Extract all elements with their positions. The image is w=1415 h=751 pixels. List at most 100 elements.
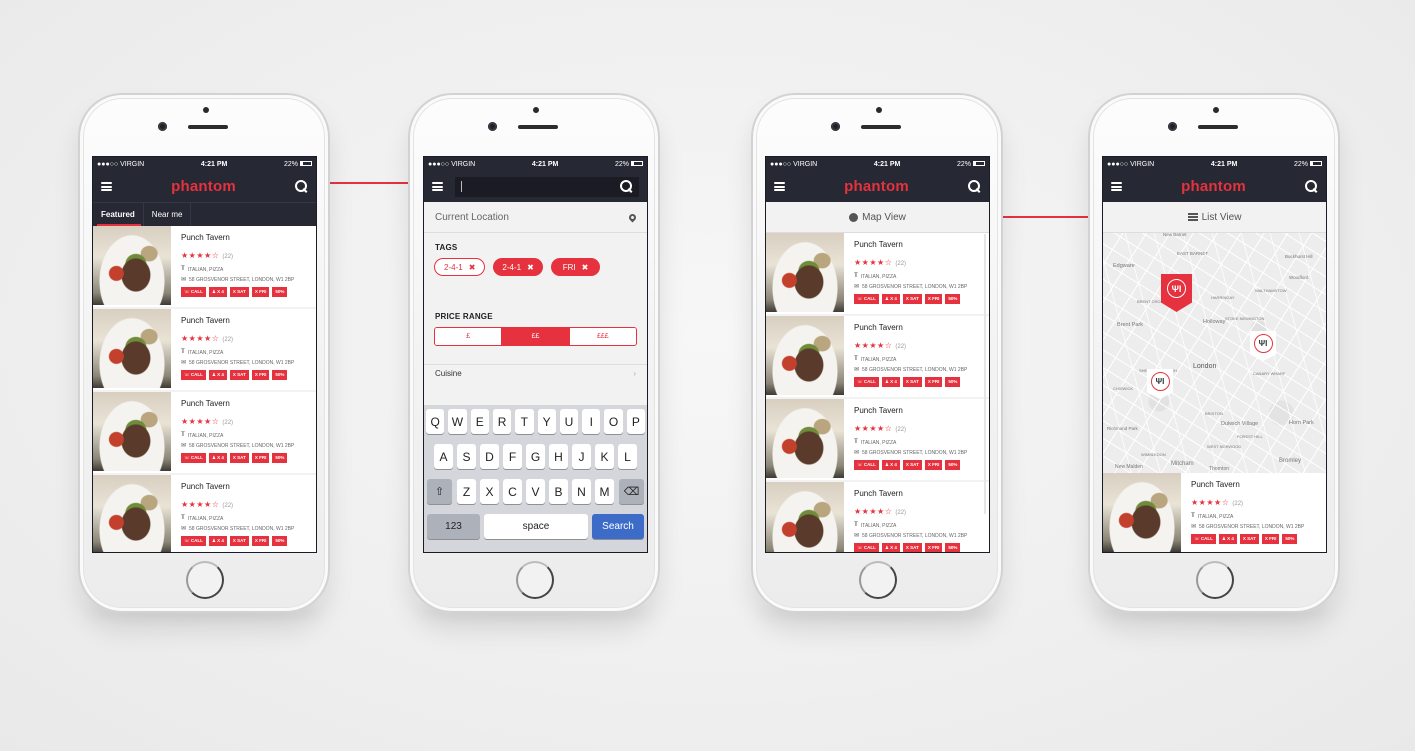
key[interactable]: T [515,409,534,434]
call-chip[interactable]: ☏ CALL [181,370,206,380]
proximity-sensor [876,107,882,113]
menu-icon[interactable] [774,182,785,191]
discount-chip: 50% [945,460,961,470]
key[interactable]: D [480,444,499,469]
restaurant-card[interactable]: Punch Tavern ★★★★☆ (22) 𝐓 ITALIAN, PIZZA ✉… [93,226,316,307]
restaurant-name: Punch Tavern [181,482,230,491]
key[interactable]: I [582,409,601,434]
restaurant-photo [766,482,844,552]
tag-chip[interactable]: 2-4-1 ✖ [434,258,486,276]
map-view-toggle[interactable]: Map View [766,202,989,233]
key[interactable]: S [457,444,476,469]
menu-icon[interactable] [101,182,112,191]
remove-tag-icon[interactable]: ✖ [582,263,589,272]
key[interactable]: C [503,479,522,504]
list-view-toggle[interactable]: List View [1103,202,1326,233]
key[interactable]: U [559,409,579,434]
tab-near-me[interactable]: Near me [144,203,192,226]
key[interactable]: G [526,444,545,469]
call-chip[interactable]: ☏ CALL [854,377,879,387]
star-rating: ★★★★☆ [181,334,220,343]
address-text: 58 GROSVENOR STREET, LONDON, W1 2BP [862,449,968,456]
search-icon[interactable] [294,180,308,193]
restaurant-card[interactable]: Punch Tavern ★★★★☆ (22) 𝐓 ITALIAN, PIZZA ✉… [766,399,989,480]
map-label: CANARY WHARF [1253,371,1286,376]
restaurant-list: Punch Tavern ★★★★☆ (22) 𝐓 ITALIAN, PIZZA ✉… [93,226,316,552]
selected-restaurant-marker[interactable]: ΨΙ [1161,274,1192,312]
tag-chip[interactable]: 2-4-1 ✖ [493,258,543,276]
key[interactable]: O [604,409,623,434]
tag-chip[interactable]: FRI ✖ [550,258,601,276]
key[interactable]: F [503,444,522,469]
key[interactable]: A [434,444,453,469]
key[interactable]: N [572,479,591,504]
restaurant-card[interactable]: Punch Tavern ★★★★☆ (22) 𝐓 ITALIAN, PIZZA ✉… [766,233,989,314]
restaurant-marker[interactable]: ΨΙ [1250,331,1276,361]
key[interactable]: X [480,479,499,504]
call-chip[interactable]: ☏ CALL [1191,534,1216,544]
call-chip[interactable]: ☏ CALL [181,453,206,463]
status-bar: ●●●○○ VIRGIN 4:21 PM 22% [93,157,316,171]
call-chip[interactable]: ☏ CALL [181,287,206,297]
address-text: 58 GROSVENOR STREET, LONDON, W1 2BP [862,366,968,373]
key[interactable]: W [448,409,467,434]
menu-icon[interactable] [1111,182,1122,191]
price-option-mid[interactable]: ££ [502,328,570,345]
scrollbar[interactable] [984,234,986,514]
key[interactable]: Q [426,409,445,434]
search-nav-bar [424,171,647,202]
home-button[interactable] [859,561,897,599]
envelope-icon: ✉ [181,526,187,532]
current-location-field[interactable]: Current Location [424,202,647,233]
call-chip[interactable]: ☏ CALL [854,294,879,304]
search-icon[interactable] [620,180,633,193]
star-rating: ★★★★☆ [181,251,220,260]
restaurant-card[interactable]: Punch Tavern ★★★★☆ (22) 𝐓 ITALIAN, PIZZA ✉… [766,482,989,552]
search-icon[interactable] [1304,180,1318,193]
keyboard-row-2: A S D F G H J K L [426,444,645,469]
key[interactable]: L [618,444,637,469]
home-button[interactable] [186,561,224,599]
restaurant-marker[interactable]: ΨΙ [1147,369,1173,399]
remove-tag-icon[interactable]: ✖ [469,263,476,272]
key[interactable]: K [595,444,614,469]
key[interactable]: E [470,409,489,434]
price-option-high[interactable]: £££ [569,328,636,345]
map[interactable]: New Barnet EAST BARNET Edgware Buckhurst… [1103,233,1326,473]
restaurant-card[interactable]: Punch Tavern ★★★★☆ (22) 𝐓 ITALIAN, PIZZA ✉… [1103,473,1326,552]
day-chip-sat: X SAT [1239,534,1259,544]
price-option-low[interactable]: £ [435,328,503,345]
key[interactable]: V [526,479,545,504]
home-button[interactable] [1196,561,1234,599]
tab-featured[interactable]: Featured [93,203,144,226]
numbers-key[interactable]: 123 [427,514,480,539]
map-label: London [1193,363,1217,370]
shift-key[interactable]: ⇧ [427,479,452,504]
restaurant-card[interactable]: Punch Tavern ★★★★☆ (22) 𝐓 ITALIAN, PIZZA ✉… [93,309,316,390]
search-input[interactable] [455,176,639,197]
search-key[interactable]: Search [592,514,644,539]
restaurant-photo [93,475,171,552]
key[interactable]: M [595,479,614,504]
space-key[interactable]: space [484,514,588,539]
menu-icon[interactable] [432,182,443,191]
cuisine-row[interactable]: Cuisine › [424,364,647,381]
search-icon[interactable] [967,180,981,193]
key[interactable]: B [549,479,568,504]
key[interactable]: P [626,409,645,434]
backspace-key[interactable]: ⌫ [619,479,644,504]
key[interactable]: Y [537,409,556,434]
home-button[interactable] [516,561,554,599]
key[interactable]: Z [457,479,476,504]
restaurant-card[interactable]: Punch Tavern ★★★★☆ (22) 𝐓 ITALIAN, PIZZA ✉… [93,475,316,552]
restaurant-card[interactable]: Punch Tavern ★★★★☆ (22) 𝐓 ITALIAN, PIZZA ✉… [766,316,989,397]
key[interactable]: J [572,444,591,469]
call-chip[interactable]: ☏ CALL [854,543,879,552]
remove-tag-icon[interactable]: ✖ [527,263,534,272]
key[interactable]: R [492,409,512,434]
restaurant-card[interactable]: Punch Tavern ★★★★☆ (22) 𝐓 ITALIAN, PIZZA ✉… [93,392,316,473]
screen-featured: ●●●○○ VIRGIN 4:21 PM 22% phantom Feature… [92,156,317,553]
call-chip[interactable]: ☏ CALL [181,536,206,546]
key[interactable]: H [549,444,568,469]
call-chip[interactable]: ☏ CALL [854,460,879,470]
